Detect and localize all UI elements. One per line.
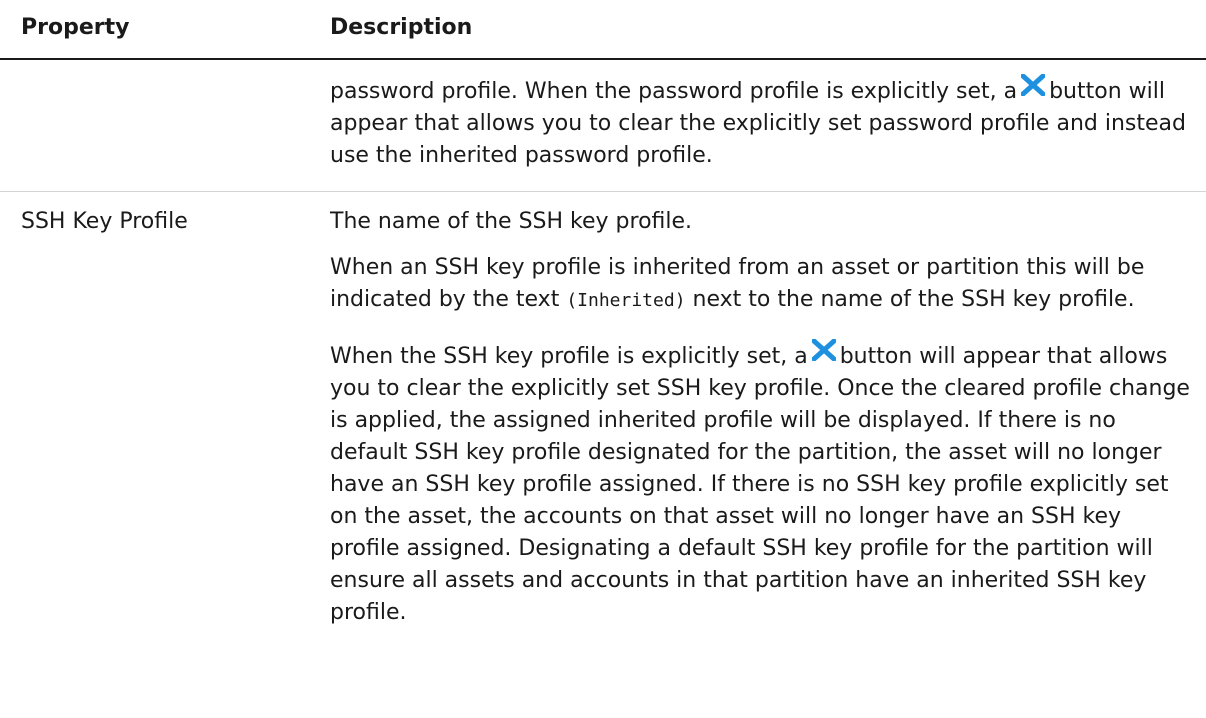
- table-row: password profile. When the password prof…: [0, 60, 1206, 192]
- inherited-code-text: (Inherited): [566, 290, 686, 311]
- description-paragraph: The name of the SSH key profile.: [330, 209, 693, 234]
- clear-x-icon: [1021, 74, 1046, 96]
- description-text: next to the name of the SSH key profile.: [692, 287, 1135, 312]
- description-cell: password profile. When the password prof…: [330, 74, 1190, 172]
- property-cell: SSH Key Profile: [21, 209, 188, 234]
- description-paragraph: When an SSH key profile is inherited fro…: [330, 252, 1190, 317]
- clear-x-icon: [811, 339, 836, 361]
- header-description: Description: [330, 15, 473, 40]
- description-paragraph: password profile. When the password prof…: [330, 74, 1190, 172]
- description-paragraph: When the SSH key profile is explicitly s…: [330, 339, 1190, 629]
- description-text: button will appear that allows you to cl…: [330, 344, 1190, 625]
- description-text: When the SSH key profile is explicitly s…: [330, 344, 808, 369]
- header-property: Property: [21, 15, 130, 40]
- table-row: SSH Key Profile The name of the SSH key …: [0, 192, 1206, 718]
- description-text: password profile. When the password prof…: [330, 79, 1018, 104]
- description-cell: The name of the SSH key profile. When an…: [330, 206, 1190, 629]
- table-header: Property Description: [0, 0, 1206, 60]
